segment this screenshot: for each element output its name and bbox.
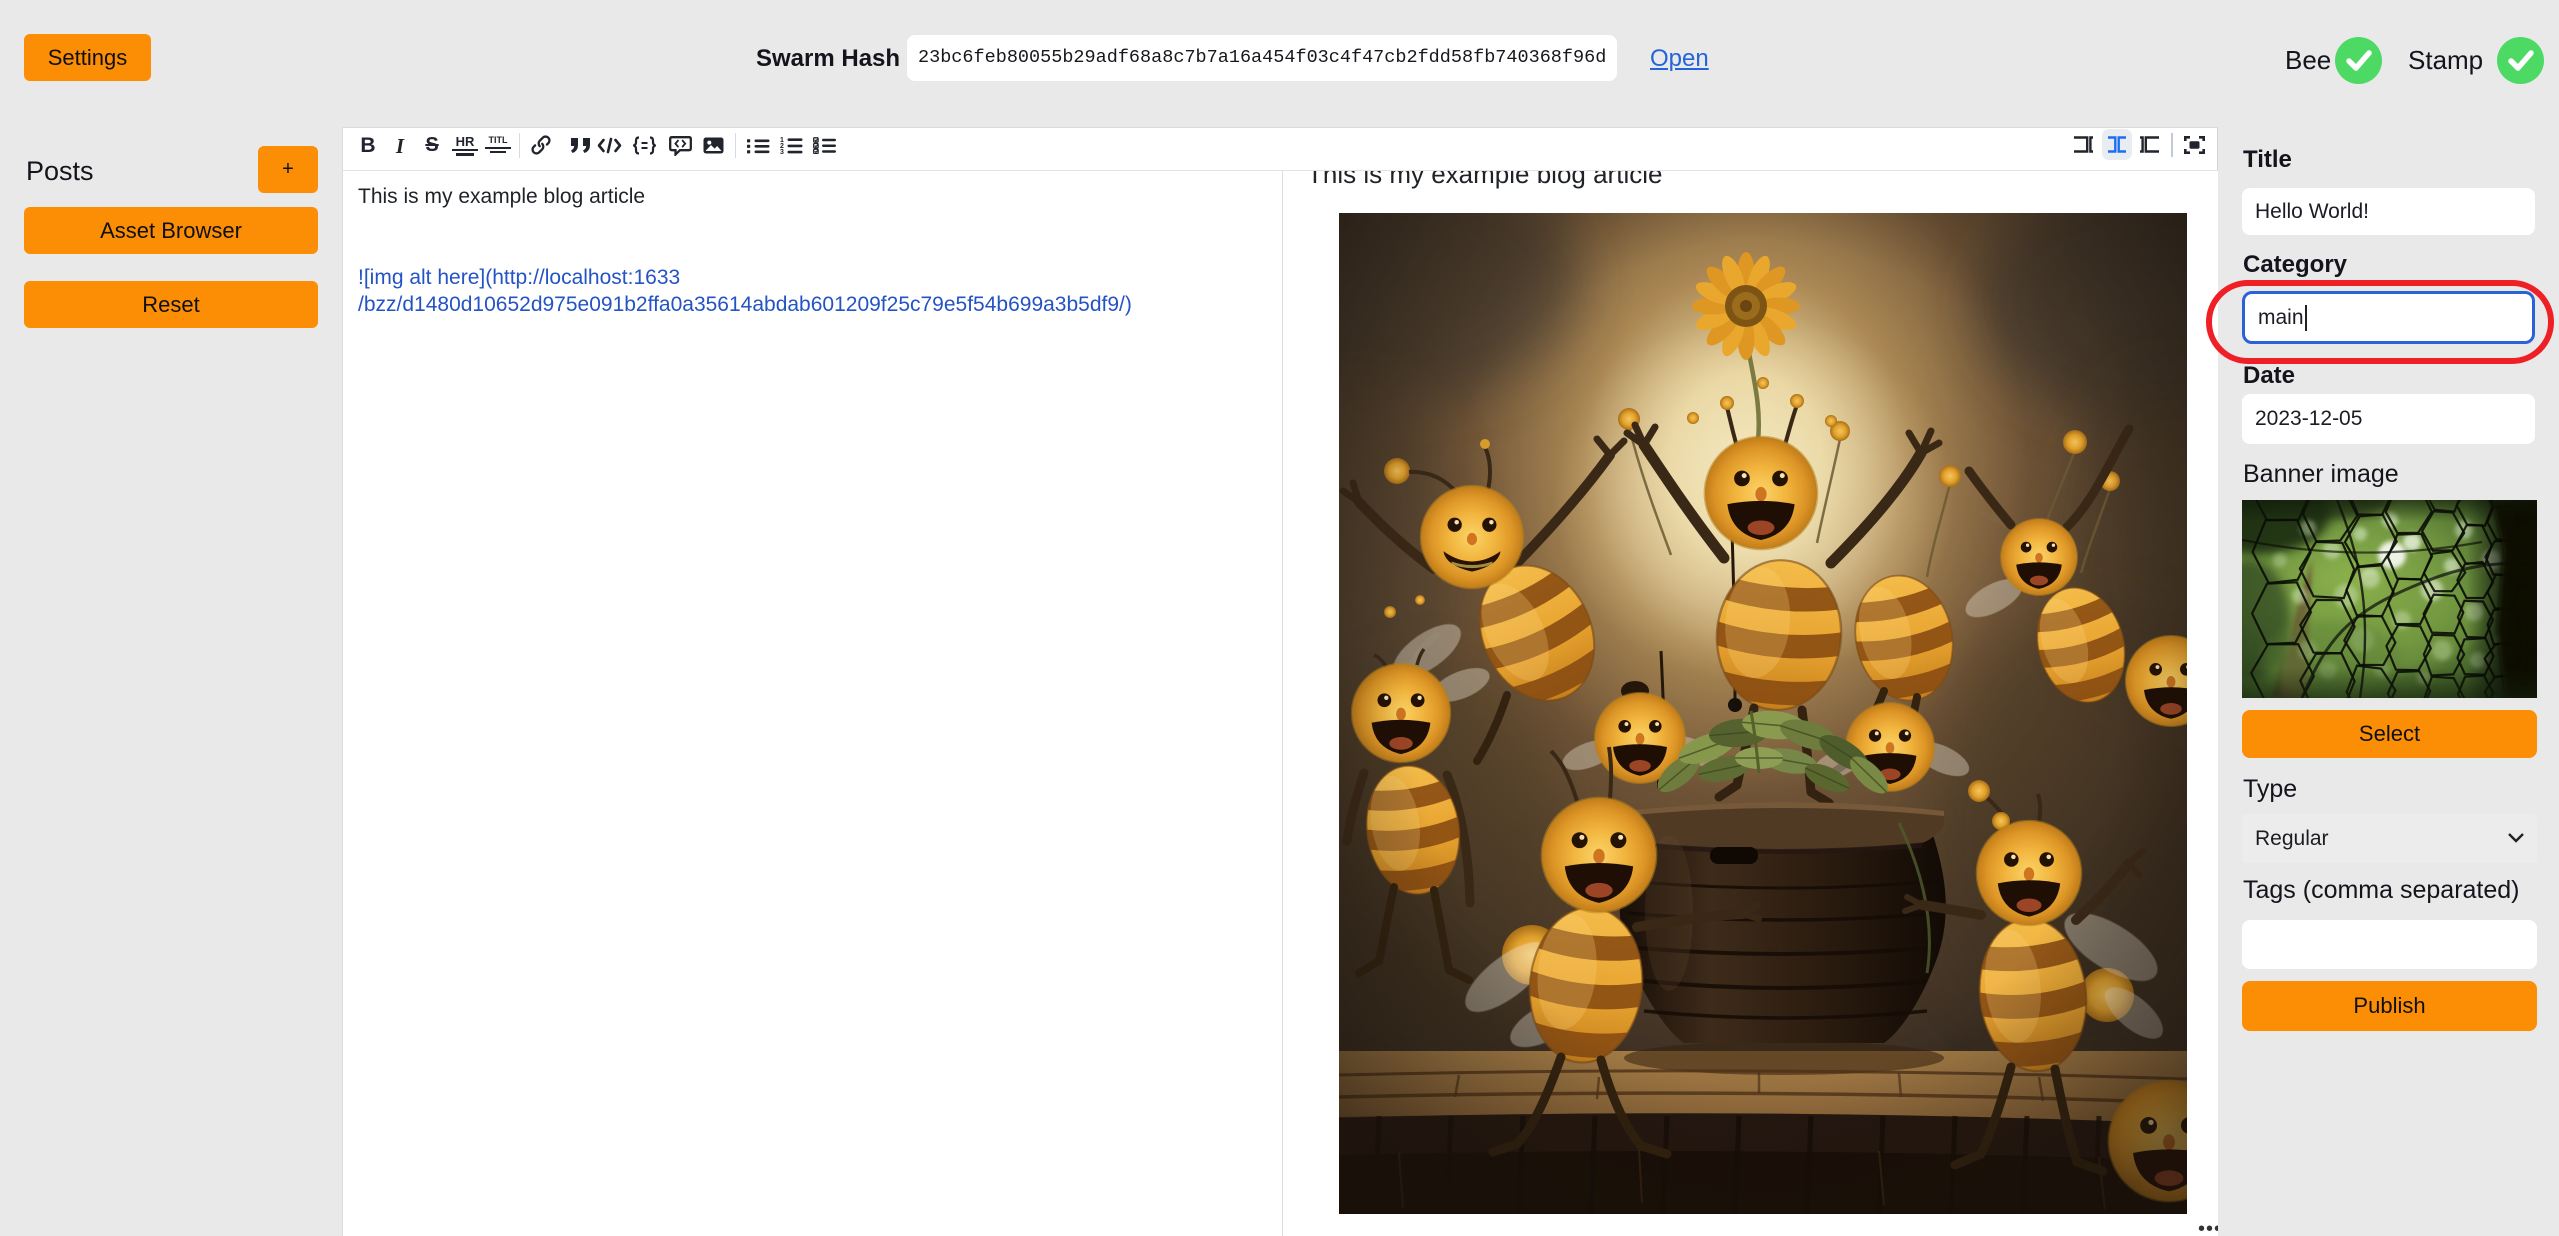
svg-text:3: 3	[780, 149, 784, 155]
